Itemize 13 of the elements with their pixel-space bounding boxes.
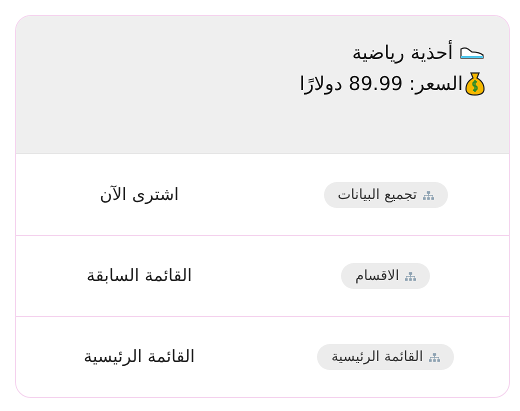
sitemap-icon [429,352,440,362]
sitemap-icon [405,270,416,282]
category-tag[interactable]: تجميع البيانات [324,182,448,208]
action-link[interactable]: اشترى الآن [94,184,185,206]
product-price: السعر: 89.99 دولارًا [300,73,463,95]
sneaker-icon [459,46,485,60]
sitemap-icon [422,190,434,200]
action-link[interactable]: القائمة السابقة [80,265,198,287]
category-tag[interactable]: الاقسام [341,263,430,289]
category-tag[interactable]: القائمة الرئيسية [317,344,454,370]
product-title: أحذية رياضية [352,42,453,64]
action-link[interactable]: القائمة الرئيسية [78,346,201,368]
money-bag-icon [465,72,485,96]
